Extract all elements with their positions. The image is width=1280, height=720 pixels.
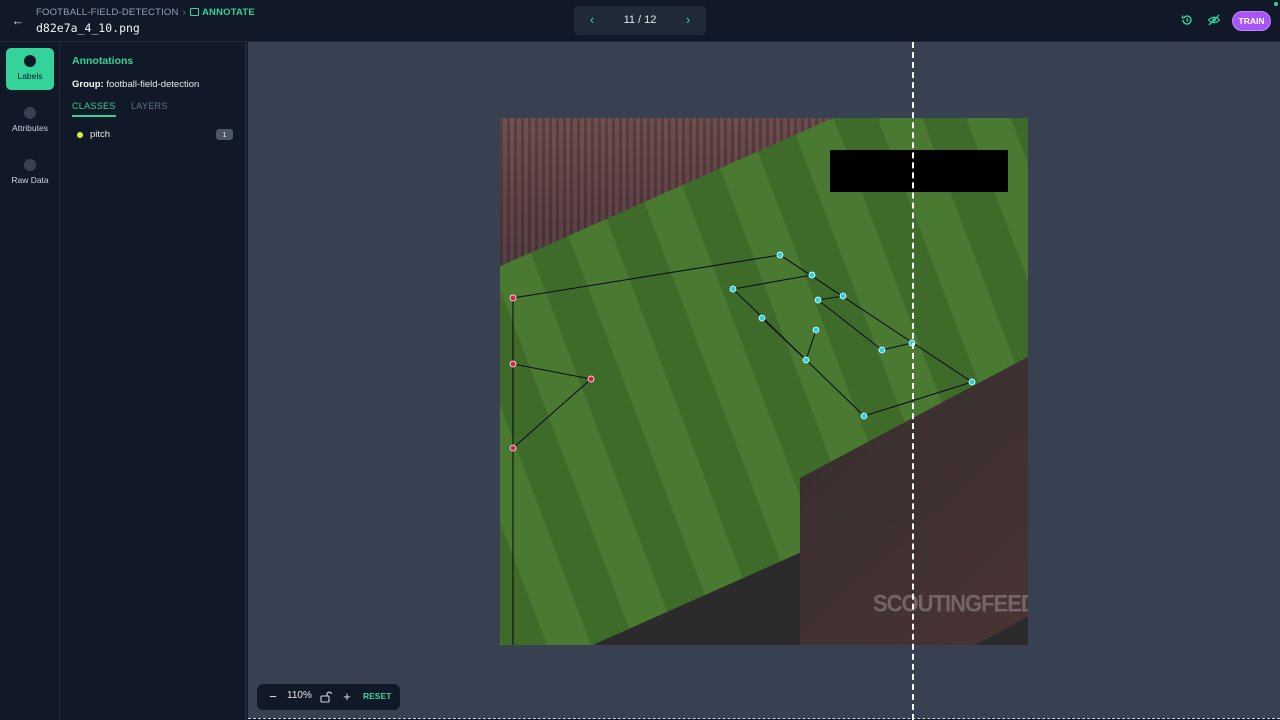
image-pager: ‹ 11 / 12 › bbox=[574, 6, 706, 35]
keypoint-right bbox=[812, 326, 820, 334]
keypoint-right bbox=[758, 314, 766, 322]
keypoint-left bbox=[587, 375, 595, 383]
annotated-image[interactable]: SCOUTINGFEED bbox=[500, 118, 1028, 645]
rail-item-raw-data[interactable]: Raw Data bbox=[6, 152, 54, 194]
keypoint-left bbox=[509, 444, 517, 452]
tag-icon bbox=[24, 55, 36, 67]
history-icon[interactable] bbox=[1180, 13, 1194, 27]
crosshair-vertical-guide bbox=[912, 42, 914, 720]
zoom-level: 110% bbox=[287, 690, 312, 701]
code-icon bbox=[24, 159, 36, 171]
annotation-canvas[interactable]: SCOUTINGFEED bbox=[248, 42, 1280, 718]
skeleton-lines bbox=[512, 254, 973, 645]
status-dot bbox=[1274, 2, 1278, 6]
breadcrumb-mode: ANNOTATE bbox=[201, 7, 255, 18]
keypoint-right bbox=[776, 251, 784, 259]
zoom-out-button[interactable]: − bbox=[267, 689, 279, 705]
keypoint-right bbox=[839, 292, 847, 300]
zoom-in-button[interactable]: + bbox=[341, 689, 353, 705]
keypoint-right bbox=[729, 285, 737, 293]
rail-item-label: Attributes bbox=[12, 123, 48, 133]
keypoint-right bbox=[968, 378, 976, 386]
keypoint-right bbox=[860, 412, 868, 420]
file-name: d82e7a_4_10.png bbox=[36, 21, 140, 35]
reset-zoom-button[interactable]: RESET bbox=[363, 691, 391, 701]
keypoint-overlay bbox=[509, 251, 976, 645]
group-info: Group: football-field-detection bbox=[72, 79, 199, 90]
canvas-bottom-guide bbox=[248, 718, 1280, 719]
tab-classes[interactable]: CLASSES bbox=[72, 101, 116, 117]
rail-item-label: Raw Data bbox=[11, 175, 49, 185]
zoom-controls: − 110% + RESET bbox=[257, 684, 400, 710]
breadcrumb: FOOTBALL-FIELD-DETECTION › ANNOTATE bbox=[36, 7, 255, 18]
breadcrumb-separator: › bbox=[182, 7, 186, 18]
rail-item-label: Labels bbox=[17, 71, 43, 81]
panel-title: Annotations bbox=[72, 55, 134, 67]
rail-item-labels[interactable]: Labels bbox=[6, 48, 54, 90]
keypoint-left bbox=[509, 360, 517, 368]
keypoint-right bbox=[878, 346, 886, 354]
top-bar: ← FOOTBALL-FIELD-DETECTION › ANNOTATE d82e… bbox=[0, 0, 1280, 42]
next-image-button[interactable]: › bbox=[680, 12, 696, 28]
left-rail: Labels Attributes Raw Data bbox=[0, 42, 60, 720]
keypoint-left bbox=[509, 294, 517, 302]
annotate-icon bbox=[189, 8, 199, 16]
keypoint-right bbox=[808, 271, 816, 279]
back-arrow-icon[interactable]: ← bbox=[10, 13, 26, 29]
list-icon bbox=[24, 107, 36, 119]
class-count-badge: 1 bbox=[216, 129, 233, 140]
class-color-dot bbox=[77, 132, 83, 138]
rail-item-attributes[interactable]: Attributes bbox=[6, 100, 54, 142]
keypoint-right bbox=[802, 356, 810, 364]
unlock-icon[interactable] bbox=[319, 690, 332, 703]
train-button[interactable]: TRAIN bbox=[1232, 11, 1271, 31]
class-name: pitch bbox=[90, 129, 111, 140]
keypoint-right bbox=[814, 296, 822, 304]
class-item-pitch[interactable]: pitch 1 bbox=[72, 128, 233, 142]
group-label: Group: bbox=[72, 79, 104, 90]
group-value: football-field-detection bbox=[106, 79, 200, 90]
keypoints bbox=[509, 251, 976, 452]
breadcrumb-project[interactable]: FOOTBALL-FIELD-DETECTION bbox=[36, 7, 179, 18]
annotations-panel: Annotations Group: football-field-detect… bbox=[61, 42, 247, 720]
hide-annotations-icon[interactable] bbox=[1207, 13, 1221, 27]
tab-layers[interactable]: LAYERS bbox=[131, 101, 168, 115]
